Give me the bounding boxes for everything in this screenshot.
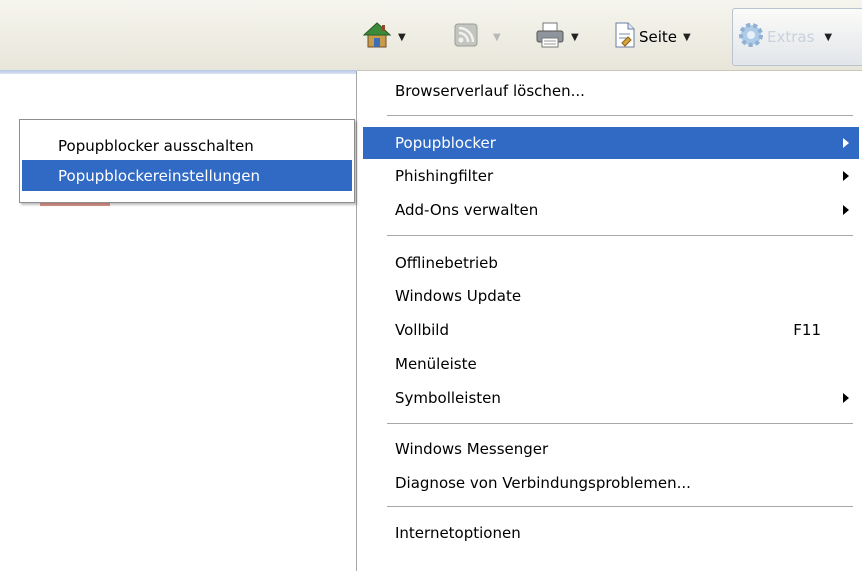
page-icon	[613, 21, 637, 53]
menu-item-toolbars[interactable]: Symbolleisten	[363, 382, 859, 414]
page-menu-label: Seite	[639, 28, 678, 46]
printer-icon	[535, 21, 565, 53]
menu-separator	[387, 235, 853, 236]
page-menu-button[interactable]: Seite ▼	[613, 20, 691, 54]
menu-item-label: Vollbild	[395, 321, 449, 339]
menu-item-work-offline[interactable]: Offlinebetrieb	[363, 247, 859, 279]
print-button[interactable]: ▼	[535, 20, 579, 54]
submenu-arrow-icon	[843, 205, 849, 215]
menu-item-label: Windows Update	[395, 287, 522, 305]
menu-item-menu-bar[interactable]: Menüleiste	[363, 348, 859, 380]
menu-item-diagnose-connection[interactable]: Diagnose von Verbindungsproblemen...	[363, 467, 859, 499]
menu-item-label: Symbolleisten	[395, 389, 501, 407]
feeds-dropdown-arrow[interactable]: ▼	[493, 32, 501, 43]
menu-item-label: Phishingfilter	[395, 167, 494, 185]
extras-menu: Browserverlauf löschen... Popupblocker P…	[356, 71, 862, 571]
menu-item-label: Windows Messenger	[395, 440, 549, 458]
home-dropdown-arrow[interactable]: ▼	[398, 32, 406, 43]
menu-item-internet-options[interactable]: Internetoptionen	[363, 517, 859, 549]
tools-menu-button[interactable]: Extras ▼	[732, 8, 862, 66]
submenu-item-label: Popupblocker ausschalten	[58, 136, 254, 155]
menu-item-label: Browserverlauf löschen...	[395, 82, 585, 100]
rss-feed-icon	[453, 22, 479, 52]
feeds-button[interactable]: ▼	[453, 20, 501, 54]
menu-item-windows-messenger[interactable]: Windows Messenger	[363, 433, 859, 465]
menu-item-label: Offlinebetrieb	[395, 254, 498, 272]
submenu-arrow-icon	[843, 393, 849, 403]
menu-item-popup-blocker[interactable]: Popupblocker	[363, 127, 859, 159]
gear-icon	[737, 21, 765, 53]
submenu-arrow-icon	[843, 171, 849, 181]
submenu-item-popup-blocker-settings[interactable]: Popupblockereinstellungen	[22, 160, 352, 191]
menu-item-label: Diagnose von Verbindungsproblemen...	[395, 474, 691, 492]
tools-menu-label: Extras	[767, 28, 815, 46]
menu-item-full-screen[interactable]: Vollbild F11	[363, 314, 859, 346]
menu-item-label: Internetoptionen	[395, 524, 521, 542]
submenu-arrow-icon	[843, 138, 849, 148]
menu-item-delete-browsing-history[interactable]: Browserverlauf löschen...	[363, 75, 859, 107]
menu-item-label: Menüleiste	[395, 355, 477, 373]
menu-separator	[387, 423, 853, 424]
menu-item-label: Popupblocker	[395, 134, 496, 152]
menu-item-manage-addons[interactable]: Add-Ons verwalten	[363, 194, 859, 226]
menu-item-windows-update[interactable]: Windows Update	[363, 280, 859, 312]
background-page-fragment	[40, 203, 110, 206]
command-bar: ▼ ▼ ▼ Seite ▼ Extras ▼	[0, 0, 862, 71]
tools-button-content: Extras ▼	[737, 20, 832, 54]
print-dropdown-arrow[interactable]: ▼	[571, 32, 579, 43]
submenu-item-label: Popupblockereinstellungen	[58, 166, 261, 185]
menu-item-shortcut: F11	[793, 321, 821, 339]
tools-dropdown-arrow[interactable]: ▼	[824, 32, 832, 43]
menu-item-phishing-filter[interactable]: Phishingfilter	[363, 160, 859, 192]
toolbar-divider	[0, 70, 357, 74]
home-icon	[362, 20, 392, 54]
page-dropdown-arrow[interactable]: ▼	[683, 32, 691, 43]
submenu-item-turn-off-popup-blocker[interactable]: Popupblocker ausschalten	[22, 130, 352, 161]
menu-separator	[387, 506, 853, 507]
menu-item-label: Add-Ons verwalten	[395, 201, 539, 219]
home-button[interactable]: ▼	[362, 20, 406, 54]
popup-blocker-submenu: Popupblocker ausschalten Popupblockerein…	[19, 119, 355, 203]
menu-separator	[387, 115, 853, 116]
